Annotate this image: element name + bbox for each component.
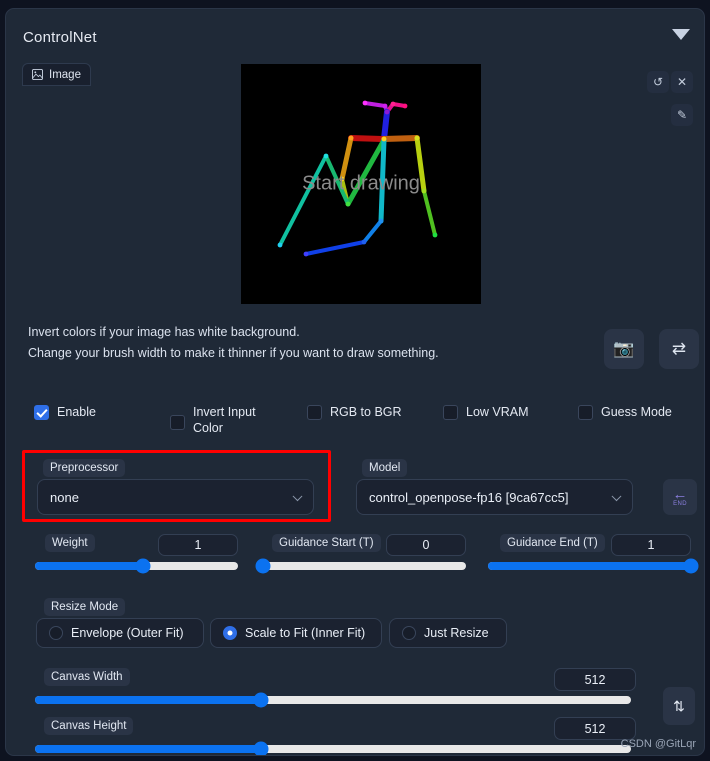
swap-horizontal-icon[interactable]: ⇄	[659, 329, 699, 369]
swap-vertical-icon[interactable]: ⇅	[663, 687, 695, 725]
slider-thumb[interactable]	[135, 558, 151, 574]
canvas-height-label: Canvas Height	[44, 717, 134, 735]
slider-thumb[interactable]	[255, 558, 271, 574]
checkbox-enable[interactable]: Enable	[34, 404, 96, 420]
chevron-down-icon	[611, 491, 622, 502]
checkbox-label: Guess Mode	[601, 405, 672, 419]
guidance-start-value[interactable]: 0	[386, 534, 466, 556]
checkbox-box	[307, 405, 322, 420]
slider-thumb[interactable]	[683, 558, 699, 574]
slider-fill	[35, 696, 262, 704]
chevron-down-icon[interactable]	[672, 29, 690, 40]
arrow-left-end-button[interactable]: ← END	[663, 479, 697, 515]
radio-just-resize[interactable]: Just Resize	[389, 618, 507, 648]
resize-mode-label: Resize Mode	[44, 598, 126, 616]
checkbox-box	[443, 405, 458, 420]
hint-line-1: Invert colors if your image has white ba…	[28, 325, 300, 339]
weight-slider[interactable]	[35, 558, 238, 574]
checkbox-invert-input-color[interactable]: Invert Input Color	[170, 404, 262, 436]
slider-fill	[35, 562, 143, 570]
weight-value[interactable]: 1	[158, 534, 238, 556]
model-value: control_openpose-fp16 [9ca67cc5]	[369, 489, 569, 505]
radio-scale-to-fit-inner-fit[interactable]: Scale to Fit (Inner Fit)	[210, 618, 382, 648]
model-label: Model	[362, 459, 408, 477]
preprocessor-select[interactable]: none	[37, 479, 314, 515]
hint-line-2: Change your brush width to make it thinn…	[28, 346, 439, 360]
arrow-left-icon: ←	[672, 485, 688, 503]
radio-envelope-outer-fit[interactable]: Envelope (Outer Fit)	[36, 618, 204, 648]
controlnet-panel: ControlNet Image Start drawing ↺ ✕ ✎ Inv…	[5, 8, 705, 756]
chevron-down-icon	[292, 491, 303, 502]
image-icon	[32, 69, 43, 80]
page-title: ControlNet	[23, 29, 97, 46]
checkbox-label: Low VRAM	[466, 405, 529, 419]
checkbox-box	[170, 415, 185, 430]
checkbox-label: RGB to BGR	[330, 405, 402, 419]
hint-text: Invert colors if your image has white ba…	[28, 322, 439, 364]
brush-icon[interactable]: ✎	[671, 104, 693, 126]
radio-dot	[223, 626, 237, 640]
canvas-height-value[interactable]: 512	[554, 717, 636, 740]
radio-dot	[49, 626, 63, 640]
guidance-start-slider[interactable]	[255, 558, 466, 574]
openpose-skeleton	[277, 100, 438, 257]
guidance-end-value[interactable]: 1	[611, 534, 691, 556]
checkbox-box	[34, 405, 49, 420]
close-icon[interactable]: ✕	[671, 71, 693, 93]
weight-label: Weight	[45, 534, 95, 552]
watermark: CSDN @GitLqr	[620, 738, 696, 750]
checkbox-low-vram[interactable]: Low VRAM	[443, 404, 529, 420]
canvas-width-value[interactable]: 512	[554, 668, 636, 691]
checkbox-box	[578, 405, 593, 420]
checkbox-label: Invert Input Color	[193, 405, 256, 435]
model-select[interactable]: control_openpose-fp16 [9ca67cc5]	[356, 479, 633, 515]
slider-thumb[interactable]	[253, 692, 269, 708]
tab-image-label: Image	[49, 68, 81, 81]
pose-canvas[interactable]: Start drawing	[241, 64, 481, 304]
checkbox-rgb-to-bgr[interactable]: RGB to BGR	[307, 404, 402, 420]
radio-label: Envelope (Outer Fit)	[71, 626, 184, 640]
radio-label: Just Resize	[424, 626, 489, 640]
controlnet-panel-root: ControlNet Image Start drawing ↺ ✕ ✎ Inv…	[0, 0, 710, 761]
guidance-start-label: Guidance Start (T)	[272, 534, 381, 552]
canvas-width-slider[interactable]	[35, 692, 631, 708]
canvas-height-slider[interactable]	[35, 741, 631, 755]
preprocessor-label: Preprocessor	[43, 459, 126, 477]
checkbox-guess-mode[interactable]: Guess Mode	[578, 404, 672, 420]
tab-image[interactable]: Image	[22, 63, 91, 86]
guidance-end-slider[interactable]	[488, 558, 699, 574]
guidance-end-label: Guidance End (T)	[500, 534, 605, 552]
canvas-width-label: Canvas Width	[44, 668, 130, 686]
slider-fill	[35, 745, 262, 753]
slider-thumb[interactable]	[253, 741, 269, 755]
checkbox-label: Enable	[57, 405, 96, 419]
radio-label: Scale to Fit (Inner Fit)	[245, 626, 366, 640]
preprocessor-value: none	[50, 489, 79, 505]
camera-icon[interactable]: 📷	[604, 329, 644, 369]
slider-fill	[488, 562, 691, 570]
radio-dot	[402, 626, 416, 640]
undo-icon[interactable]: ↺	[647, 71, 669, 93]
end-label: END	[673, 500, 687, 507]
